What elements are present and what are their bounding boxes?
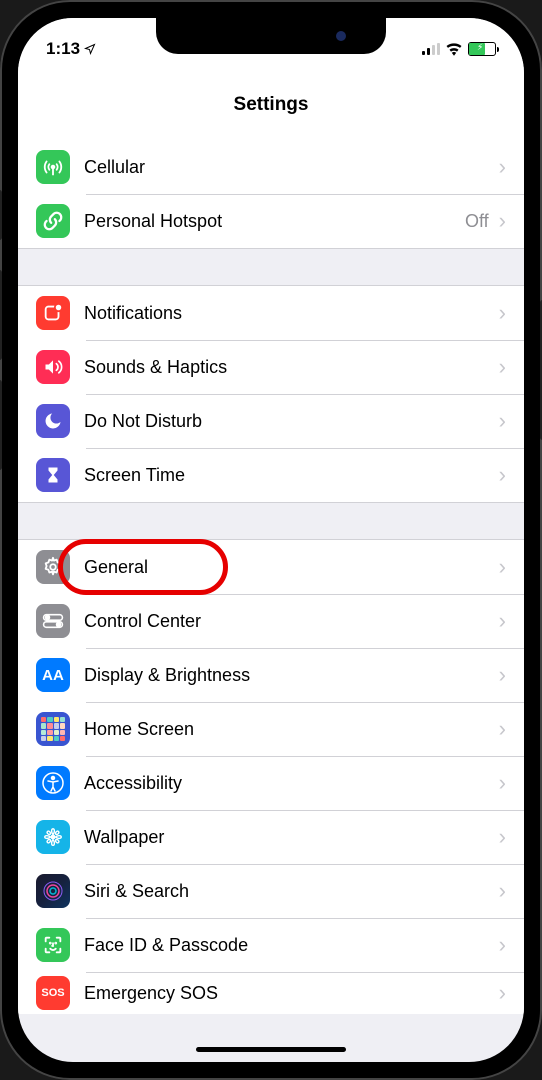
siri-icon xyxy=(36,874,70,908)
notification-square-icon xyxy=(36,296,70,330)
chevron-right-icon: › xyxy=(499,208,506,234)
row-label: Face ID & Passcode xyxy=(84,935,489,956)
row-label: Screen Time xyxy=(84,465,489,486)
row-dnd[interactable]: Do Not Disturb › xyxy=(18,394,524,448)
row-label: General xyxy=(84,557,489,578)
faceid-icon xyxy=(36,928,70,962)
row-wallpaper[interactable]: Wallpaper › xyxy=(18,810,524,864)
section-general: General › Control Center › xyxy=(18,539,524,1014)
moon-icon xyxy=(36,404,70,438)
hourglass-icon xyxy=(36,458,70,492)
flower-icon xyxy=(36,820,70,854)
location-arrow-icon xyxy=(84,43,96,55)
page-header: Settings xyxy=(18,70,524,140)
row-hotspot[interactable]: Personal Hotspot Off › xyxy=(18,194,524,248)
screen: 1:13 ⚡︎ Settings xyxy=(18,18,524,1062)
row-label: Home Screen xyxy=(84,719,489,740)
aa-icon: AA xyxy=(36,658,70,692)
row-label: Emergency SOS xyxy=(84,983,489,1004)
chevron-right-icon: › xyxy=(499,408,506,434)
row-display[interactable]: AA Display & Brightness › xyxy=(18,648,524,702)
row-sounds[interactable]: Sounds & Haptics › xyxy=(18,340,524,394)
phone-side-button xyxy=(0,270,2,360)
row-controlcenter[interactable]: Control Center › xyxy=(18,594,524,648)
phone-side-button xyxy=(0,380,2,470)
row-label: Accessibility xyxy=(84,773,489,794)
antenna-icon xyxy=(36,150,70,184)
row-siri[interactable]: Siri & Search › xyxy=(18,864,524,918)
speaker-icon xyxy=(36,350,70,384)
row-screentime[interactable]: Screen Time › xyxy=(18,448,524,502)
chevron-right-icon: › xyxy=(499,608,506,634)
notch xyxy=(156,18,386,54)
status-time-area: 1:13 xyxy=(46,39,96,59)
chevron-right-icon: › xyxy=(499,662,506,688)
row-label: Sounds & Haptics xyxy=(84,357,489,378)
link-icon xyxy=(36,204,70,238)
row-label: Wallpaper xyxy=(84,827,489,848)
chevron-right-icon: › xyxy=(499,824,506,850)
accessibility-icon xyxy=(36,766,70,800)
phone-side-button xyxy=(0,190,2,240)
page-title: Settings xyxy=(234,94,309,116)
chevron-right-icon: › xyxy=(499,300,506,326)
row-accessibility[interactable]: Accessibility › xyxy=(18,756,524,810)
battery-icon: ⚡︎ xyxy=(468,42,496,56)
gear-icon xyxy=(36,550,70,584)
row-faceid[interactable]: Face ID & Passcode › xyxy=(18,918,524,972)
row-notifications[interactable]: Notifications › xyxy=(18,286,524,340)
chevron-right-icon: › xyxy=(499,462,506,488)
row-label: Cellular xyxy=(84,157,489,178)
row-label: Control Center xyxy=(84,611,489,632)
chevron-right-icon: › xyxy=(499,980,506,1006)
apps-grid-icon xyxy=(36,712,70,746)
cellular-signal-icon xyxy=(422,43,440,55)
switches-icon xyxy=(36,604,70,638)
chevron-right-icon: › xyxy=(499,932,506,958)
chevron-right-icon: › xyxy=(499,554,506,580)
camera-dot xyxy=(336,31,346,41)
settings-content[interactable]: Cellular › Personal Hotspot Off › xyxy=(18,140,524,1062)
sos-icon: SOS xyxy=(36,976,70,1010)
chevron-right-icon: › xyxy=(499,354,506,380)
chevron-right-icon: › xyxy=(499,154,506,180)
section-network: Cellular › Personal Hotspot Off › xyxy=(18,140,524,249)
row-label: Siri & Search xyxy=(84,881,489,902)
status-indicators: ⚡︎ xyxy=(422,42,496,56)
wifi-icon xyxy=(445,42,463,56)
row-label: Notifications xyxy=(84,303,489,324)
row-label: Display & Brightness xyxy=(84,665,489,686)
phone-frame: 1:13 ⚡︎ Settings xyxy=(0,0,542,1080)
home-indicator[interactable] xyxy=(196,1047,346,1052)
row-sos[interactable]: SOS Emergency SOS › xyxy=(18,972,524,1014)
row-homescreen[interactable]: Home Screen › xyxy=(18,702,524,756)
chevron-right-icon: › xyxy=(499,878,506,904)
row-detail: Off xyxy=(465,211,489,232)
row-label: Personal Hotspot xyxy=(84,211,455,232)
charging-bolt-icon: ⚡︎ xyxy=(477,42,483,53)
status-time: 1:13 xyxy=(46,39,80,59)
section-alerts: Notifications › Sounds & Haptics › xyxy=(18,285,524,503)
chevron-right-icon: › xyxy=(499,770,506,796)
row-cellular[interactable]: Cellular › xyxy=(18,140,524,194)
row-general[interactable]: General › xyxy=(18,540,524,594)
row-label: Do Not Disturb xyxy=(84,411,489,432)
chevron-right-icon: › xyxy=(499,716,506,742)
